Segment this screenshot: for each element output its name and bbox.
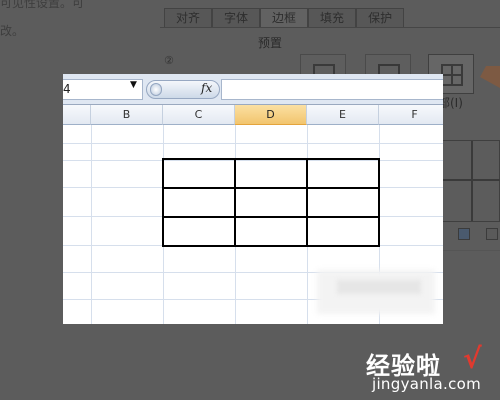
chevron-down-icon[interactable]: ▼ — [130, 80, 137, 90]
dialog-help-text-line-2: 改。 — [0, 24, 25, 38]
spreadsheet-view: 4 ▼ fx B C D E F — [63, 74, 443, 324]
blurred-region — [337, 280, 421, 294]
expand-handle-icon[interactable] — [150, 83, 162, 96]
cell[interactable] — [234, 216, 308, 247]
gridline — [63, 143, 443, 144]
insert-function-button[interactable]: fx — [201, 81, 212, 95]
cell[interactable] — [234, 158, 308, 189]
watermark-check-icon: √ — [463, 342, 482, 375]
tab-font[interactable]: 字体 — [212, 8, 261, 28]
formula-input[interactable] — [221, 79, 443, 100]
cell[interactable] — [162, 216, 236, 247]
cell[interactable] — [234, 187, 308, 218]
column-header-e[interactable]: E — [307, 105, 379, 125]
bordered-cell-range[interactable] — [162, 158, 380, 247]
border-diagonal-button-2[interactable] — [486, 228, 498, 240]
column-header-c[interactable]: C — [163, 105, 235, 125]
step-mark: ② — [164, 54, 174, 67]
dialog-help-text-line-1: 可见性设置。可 — [0, 0, 85, 10]
preset-label: 预置 — [258, 36, 283, 50]
column-header-d[interactable]: D — [235, 105, 307, 125]
tab-alignment[interactable]: 对齐 — [164, 8, 213, 28]
gridline — [91, 125, 92, 324]
cell[interactable] — [306, 187, 380, 218]
select-all-corner[interactable] — [63, 105, 91, 125]
cell[interactable] — [306, 216, 380, 247]
cell[interactable] — [162, 187, 236, 218]
dialog-tab-bar: 对齐 字体 边框 填充 保护 — [164, 8, 405, 28]
formula-bar: 4 ▼ fx — [63, 74, 443, 105]
column-header-f[interactable]: F — [379, 105, 443, 125]
tab-protection[interactable]: 保护 — [356, 8, 405, 28]
watermark-url: jingyanla.com — [372, 375, 482, 393]
border-diagonal-button[interactable] — [458, 228, 470, 240]
column-header-b[interactable]: B — [91, 105, 163, 125]
formula-bar-controls: fx — [146, 80, 220, 99]
cell[interactable] — [306, 158, 380, 189]
cell[interactable] — [162, 158, 236, 189]
tab-fill[interactable]: 填充 — [308, 8, 357, 28]
tab-border[interactable]: 边框 — [260, 8, 309, 28]
border-inside-icon — [441, 64, 463, 86]
